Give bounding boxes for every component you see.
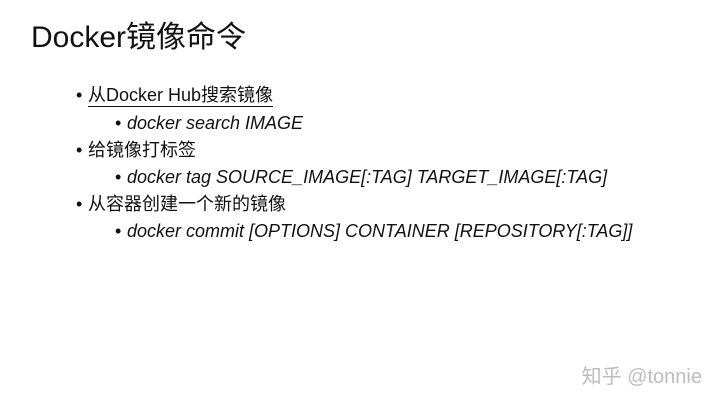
bullet-text: docker tag SOURCE_IMAGE[:TAG] TARGET_IMA… (127, 167, 608, 187)
watermark: 知乎 @tonnie (581, 366, 702, 388)
bullet-dot: • (115, 167, 122, 187)
bullet-item-tag-heading: • 给镜像打标签 (76, 137, 196, 163)
slide-title: Docker镜像命令 (31, 21, 247, 54)
slide: Docker镜像命令 • 从Docker Hub搜索镜像 • docker sear… (0, 0, 720, 405)
bullet-item-commit-heading: • 从容器创建一个新的镜像 (76, 191, 286, 217)
bullet-dot: • (115, 221, 122, 241)
bullet-item-search-command: • docker search IMAGE (115, 110, 303, 136)
bullet-dot: • (76, 85, 83, 105)
bullet-dot: • (115, 113, 122, 133)
bullet-item-search-heading: • 从Docker Hub搜索镜像 (76, 82, 273, 108)
bullet-text: 从容器创建一个新的镜像 (88, 194, 286, 214)
bullet-text: 从Docker Hub搜索镜像 (88, 85, 274, 105)
bullet-item-tag-command: • docker tag SOURCE_IMAGE[:TAG] TARGET_IM… (115, 164, 607, 190)
bullet-dot: • (76, 140, 83, 160)
bullet-item-commit-command: • docker commit [OPTIONS] CONTAINER [REPO… (115, 218, 632, 244)
bullet-text: docker search IMAGE (127, 113, 304, 133)
bullet-text: 给镜像打标签 (88, 140, 196, 160)
bullet-text: docker commit [OPTIONS] CONTAINER [REPOS… (127, 221, 633, 241)
bullet-dot: • (76, 194, 83, 214)
